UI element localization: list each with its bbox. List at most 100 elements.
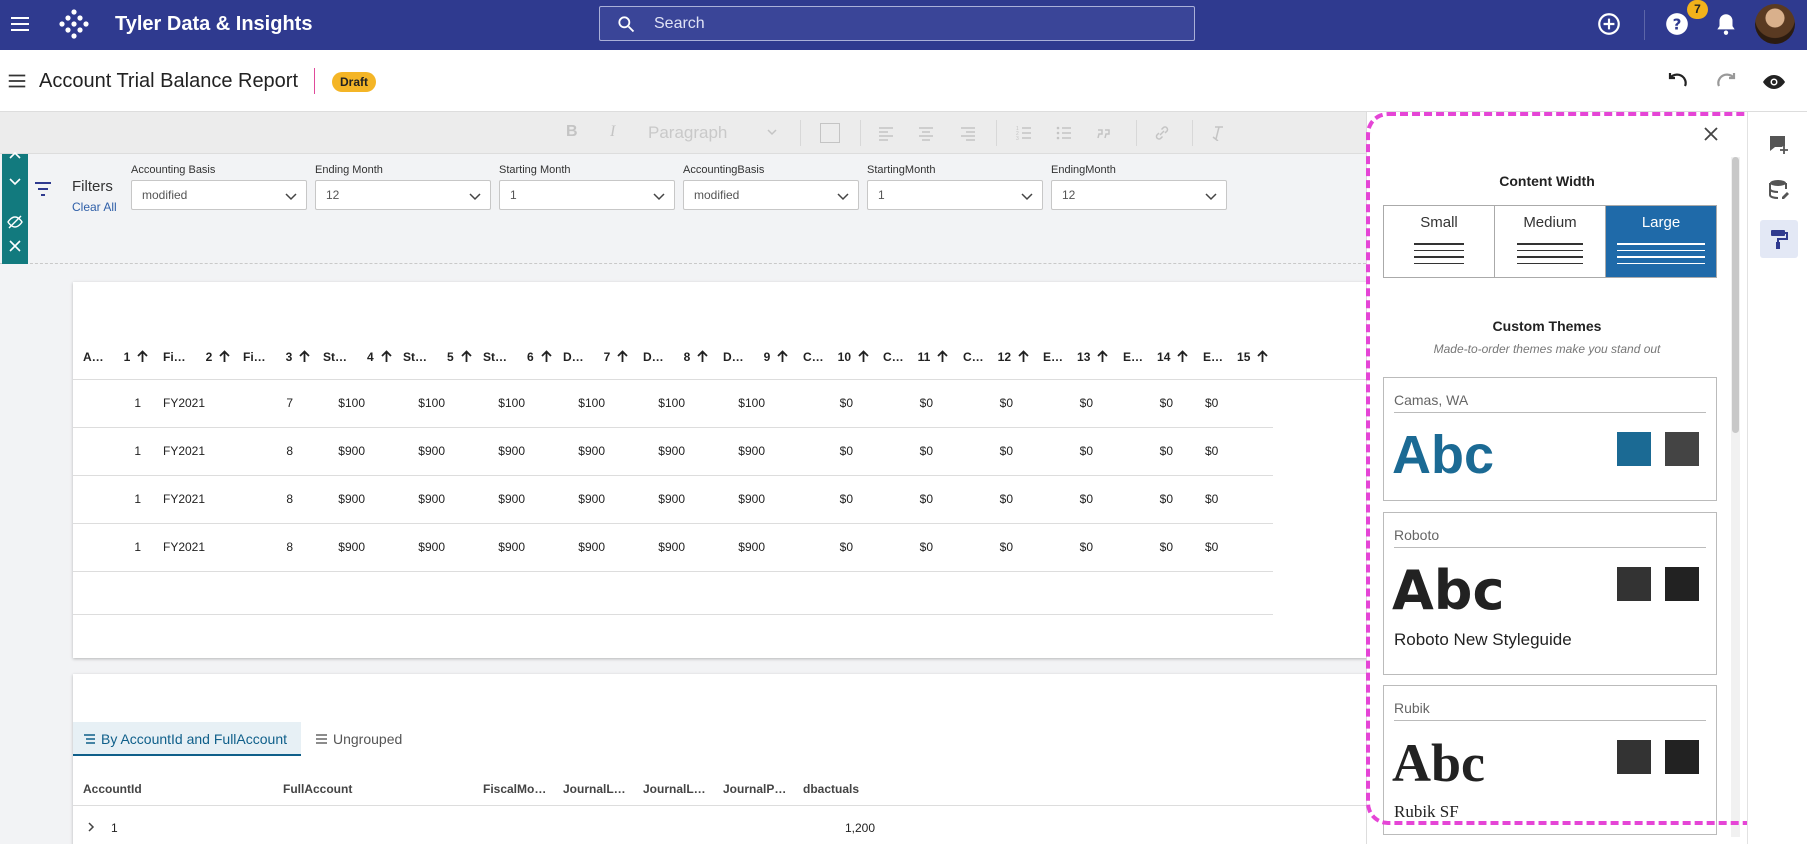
sort-arrow-up-icon[interactable] [1017, 350, 1030, 363]
width-option-small[interactable]: Small [1384, 206, 1495, 277]
sort-arrow-up-icon[interactable] [857, 350, 870, 363]
column-header[interactable]: St… 6 [483, 350, 553, 364]
paint-roller-icon[interactable] [1767, 227, 1791, 251]
tab-label: Ungrouped [333, 731, 403, 747]
width-option-medium[interactable]: Medium [1495, 206, 1606, 277]
table-row[interactable]: 1 FY2021 7 $100 $100 $100 $100 $100 $100 $0 $0 $0 $0… [73, 380, 1273, 428]
column-header[interactable]: St… 4 [323, 350, 393, 364]
sort-arrow-up-icon[interactable] [1256, 350, 1269, 363]
align-center-icon[interactable] [918, 125, 934, 141]
global-search[interactable] [599, 6, 1195, 41]
preview-eye-icon[interactable] [1762, 70, 1786, 94]
group-row[interactable]: 1 1,200 [73, 806, 1366, 844]
filter-select[interactable]: 12 [315, 180, 491, 210]
close-icon[interactable] [1701, 124, 1721, 144]
filter-select[interactable]: 12 [1051, 180, 1227, 210]
column-header[interactable]: JournalL… [563, 782, 626, 796]
column-header[interactable]: C… 11 [883, 350, 949, 364]
sort-arrow-up-icon[interactable] [696, 350, 709, 363]
add-comment-icon[interactable] [1767, 132, 1791, 156]
sort-arrow-up-icon[interactable] [1096, 350, 1109, 363]
table-row[interactable]: 1 FY2021 8 $900 $900 $900 $900 $900 $900 $0 $0 $0 $0… [73, 476, 1273, 524]
column-header[interactable]: JournalL… [643, 782, 706, 796]
filter-select[interactable]: 1 [867, 180, 1043, 210]
clear-format-icon[interactable] [1210, 125, 1226, 141]
undo-icon[interactable] [1666, 70, 1690, 94]
column-header[interactable]: FiscalMo… [483, 782, 546, 796]
sort-arrow-up-icon[interactable] [380, 350, 393, 363]
column-header[interactable]: D… 8 [643, 350, 709, 364]
quote-icon[interactable] [1096, 125, 1112, 141]
sort-arrow-up-icon[interactable] [936, 350, 949, 363]
theme-card-roboto[interactable]: Roboto Abc Roboto New Styleguide [1383, 512, 1717, 675]
column-header[interactable]: D… 9 [723, 350, 789, 364]
data-source-icon[interactable] [1767, 178, 1791, 202]
filter-select[interactable]: 1 [499, 180, 675, 210]
table-cell: $900 [498, 540, 525, 554]
close-icon[interactable] [7, 238, 23, 254]
sort-arrow-up-icon[interactable] [1176, 350, 1189, 363]
tyler-logo-icon[interactable] [56, 6, 92, 42]
page-title[interactable]: Account Trial Balance Report [39, 70, 298, 93]
filter-select[interactable]: modified [131, 180, 307, 210]
scrollbar-thumb[interactable] [1732, 157, 1739, 433]
redo-icon[interactable] [1714, 70, 1738, 94]
width-option-large[interactable]: Large [1606, 206, 1716, 277]
color-box-button[interactable] [820, 123, 840, 143]
bold-button[interactable]: B [566, 123, 578, 141]
menu-icon[interactable] [8, 12, 32, 36]
column-header[interactable]: Fi… 3 [243, 350, 311, 364]
italic-button[interactable]: I [610, 123, 615, 141]
table-row[interactable]: 1 FY2021 8 $900 $900 $900 $900 $900 $900 $0 $0 $0 $0… [73, 428, 1273, 476]
link-icon[interactable] [1154, 125, 1170, 141]
column-header[interactable]: C… 12 [963, 350, 1030, 364]
table-cell: $0 [1079, 492, 1093, 506]
column-header[interactable]: FullAccount [283, 782, 352, 796]
column-header[interactable]: St… 5 [403, 350, 473, 364]
column-header[interactable]: E… 14 [1123, 350, 1189, 364]
sort-arrow-up-icon[interactable] [136, 350, 149, 363]
tab-ungrouped[interactable]: Ungrouped [309, 722, 402, 756]
ordered-list-icon[interactable]: 123 [1016, 125, 1032, 141]
app-brand[interactable]: Tyler Data & Insights [115, 13, 312, 36]
column-header-index: 11 [917, 350, 931, 364]
sort-arrow-up-icon[interactable] [540, 350, 553, 363]
column-header[interactable]: JournalP… [723, 782, 786, 796]
chevron-right-icon[interactable] [85, 821, 97, 833]
column-header[interactable]: E… 13 [1043, 350, 1109, 364]
hide-eye-icon[interactable] [7, 214, 23, 230]
paragraph-style-select[interactable]: Paragraph [648, 123, 727, 143]
column-header[interactable]: D… 7 [563, 350, 629, 364]
panel-scrollbar[interactable] [1731, 157, 1740, 837]
align-right-icon[interactable] [960, 125, 976, 141]
column-header[interactable]: C… 10 [803, 350, 870, 364]
chevron-up-icon[interactable] [7, 148, 23, 164]
sort-arrow-up-icon[interactable] [616, 350, 629, 363]
column-header[interactable]: E… 15 [1203, 350, 1269, 364]
svg-text:3: 3 [1016, 136, 1019, 141]
bullet-list-icon[interactable] [1056, 125, 1072, 141]
search-input[interactable] [654, 12, 1154, 36]
sort-arrow-up-icon[interactable] [298, 350, 311, 363]
column-header[interactable]: Fi… 2 [163, 350, 231, 364]
tab-group-by-account[interactable]: By AccountId and FullAccount [73, 722, 301, 756]
chevron-down-icon[interactable] [7, 173, 23, 189]
filter-accountingbasis: AccountingBasis modified [683, 164, 859, 210]
theme-card-rubik[interactable]: Rubik Abc Rubik SF [1383, 685, 1717, 835]
sort-arrow-up-icon[interactable] [776, 350, 789, 363]
table-row[interactable]: 1 FY2021 8 $900 $900 $900 $900 $900 $900 $0 $0 $0 $0… [73, 524, 1273, 572]
bell-icon[interactable] [1713, 11, 1739, 37]
clear-all-link[interactable]: Clear All [72, 200, 117, 214]
column-header[interactable]: dbactuals [803, 782, 859, 796]
sort-arrow-up-icon[interactable] [460, 350, 473, 363]
sort-arrow-up-icon[interactable] [218, 350, 231, 363]
filter-select[interactable]: modified [683, 180, 859, 210]
align-left-icon[interactable] [878, 125, 894, 141]
help-icon[interactable]: ? [1664, 11, 1690, 37]
report-menu-icon[interactable] [6, 70, 28, 92]
add-circle-icon[interactable] [1596, 11, 1622, 37]
column-header[interactable]: A… 1 [83, 350, 149, 364]
user-avatar[interactable] [1755, 4, 1795, 44]
theme-card-camas[interactable]: Camas, WA Abc [1383, 377, 1717, 501]
column-header[interactable]: AccountId [83, 782, 142, 796]
